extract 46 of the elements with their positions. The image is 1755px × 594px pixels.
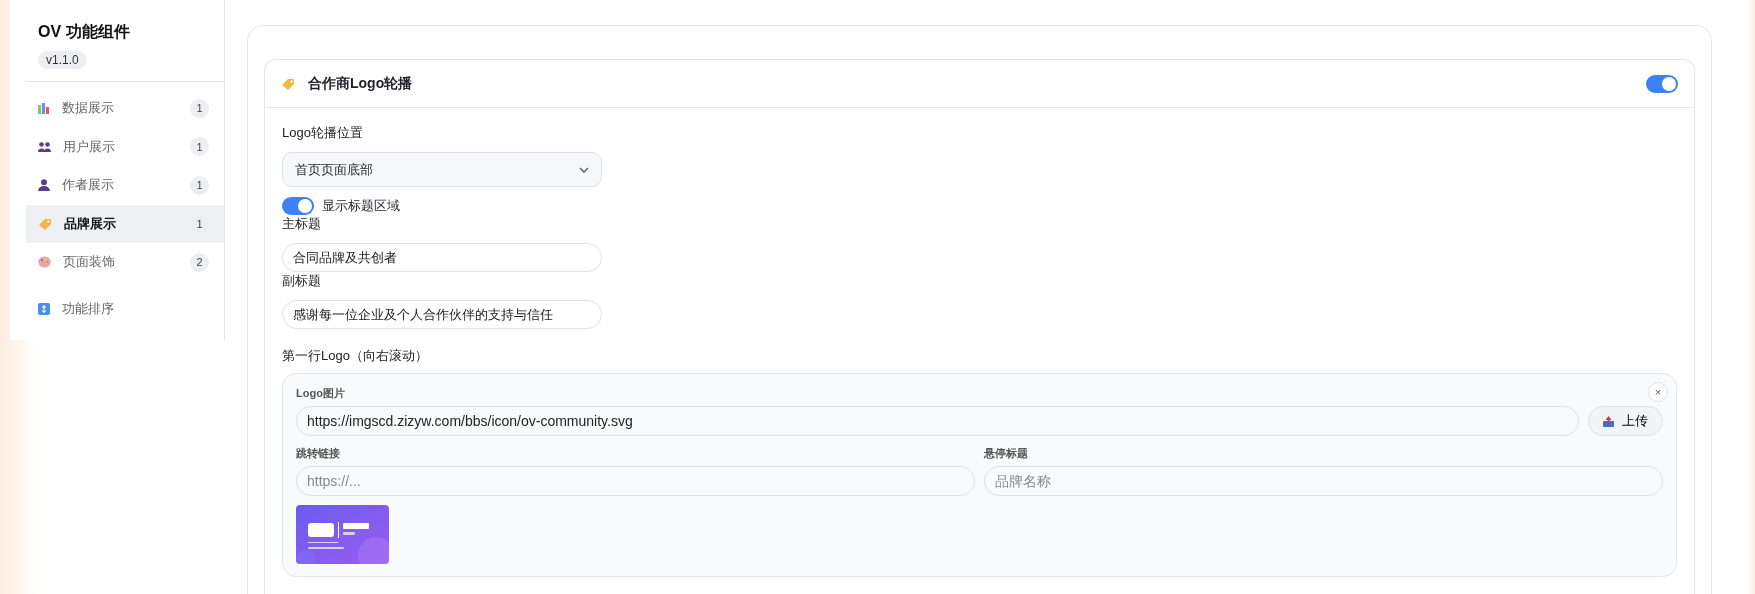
position-select[interactable]: 首页页面底部 xyxy=(282,152,602,187)
users-icon xyxy=(38,141,51,152)
count-badge: 1 xyxy=(190,98,209,118)
hover-title-input[interactable]: 品牌名称 xyxy=(984,466,1663,496)
toggle-label: 显示标题区域 xyxy=(322,197,400,215)
sidebar-item[interactable]: 功能排序 xyxy=(26,289,224,328)
link-input[interactable]: https://... xyxy=(296,466,975,496)
bar-chart-icon xyxy=(38,102,50,115)
count-badge: 2 xyxy=(190,252,209,272)
sidebar-item-label: 页面装饰 xyxy=(63,253,116,272)
section-label: 第一行Logo（向右滚动） xyxy=(282,347,429,365)
user-icon xyxy=(38,179,50,192)
field-label: 悬停标题 xyxy=(984,446,1028,461)
up-down-arrows-icon xyxy=(38,302,50,315)
toggle-switch[interactable] xyxy=(282,197,314,215)
subtitle-input[interactable]: 感谢每一位企业及个人合作伙伴的支持与信任 xyxy=(282,300,602,329)
palette-icon xyxy=(38,256,51,269)
chevron-down-icon xyxy=(579,166,589,173)
toggle-switch[interactable] xyxy=(1646,74,1678,93)
upload-icon xyxy=(1603,415,1614,427)
sidebar-item[interactable]: 品牌展示 1 xyxy=(26,204,224,243)
field-label: Logo图片 xyxy=(296,386,345,401)
sidebar-item-label: 数据展示 xyxy=(62,99,115,118)
upload-button[interactable]: 上传 xyxy=(1588,406,1663,436)
tag-icon xyxy=(281,77,295,90)
image-url-input[interactable]: https://imgscd.zizyw.com/bbs/icon/ov-community.svg xyxy=(296,406,1579,436)
sidebar-item-label: 品牌展示 xyxy=(64,214,117,233)
version-badge: v1.1.0 xyxy=(38,51,87,69)
field-label: 主标题 xyxy=(282,215,322,233)
sidebar-title: OV 功能组件 xyxy=(38,22,131,42)
field-label: Logo轮播位置 xyxy=(282,124,364,142)
field-label: 副标题 xyxy=(282,272,322,290)
sidebar-item-label: 作者展示 xyxy=(62,176,115,195)
title-input[interactable]: 合同品牌及共创者 xyxy=(282,243,602,272)
sidebar-item-label: 用户展示 xyxy=(63,137,116,156)
count-badge: 1 xyxy=(190,137,209,157)
sidebar-item[interactable]: 用户展示 1 xyxy=(26,127,224,166)
count-badge: 1 xyxy=(190,175,209,195)
sidebar-item[interactable]: 页面装饰 2 xyxy=(26,243,224,282)
field-label: 跳转链接 xyxy=(296,446,340,461)
sidebar-item-label: 功能排序 xyxy=(62,299,115,318)
close-button[interactable]: × xyxy=(1648,382,1668,402)
sidebar-item[interactable]: 数据展示 1 xyxy=(26,89,224,128)
tag-icon xyxy=(38,217,52,230)
card-title: 合作商Logo轮播 xyxy=(308,74,414,93)
sidebar-item[interactable]: 作者展示 1 xyxy=(26,166,224,205)
